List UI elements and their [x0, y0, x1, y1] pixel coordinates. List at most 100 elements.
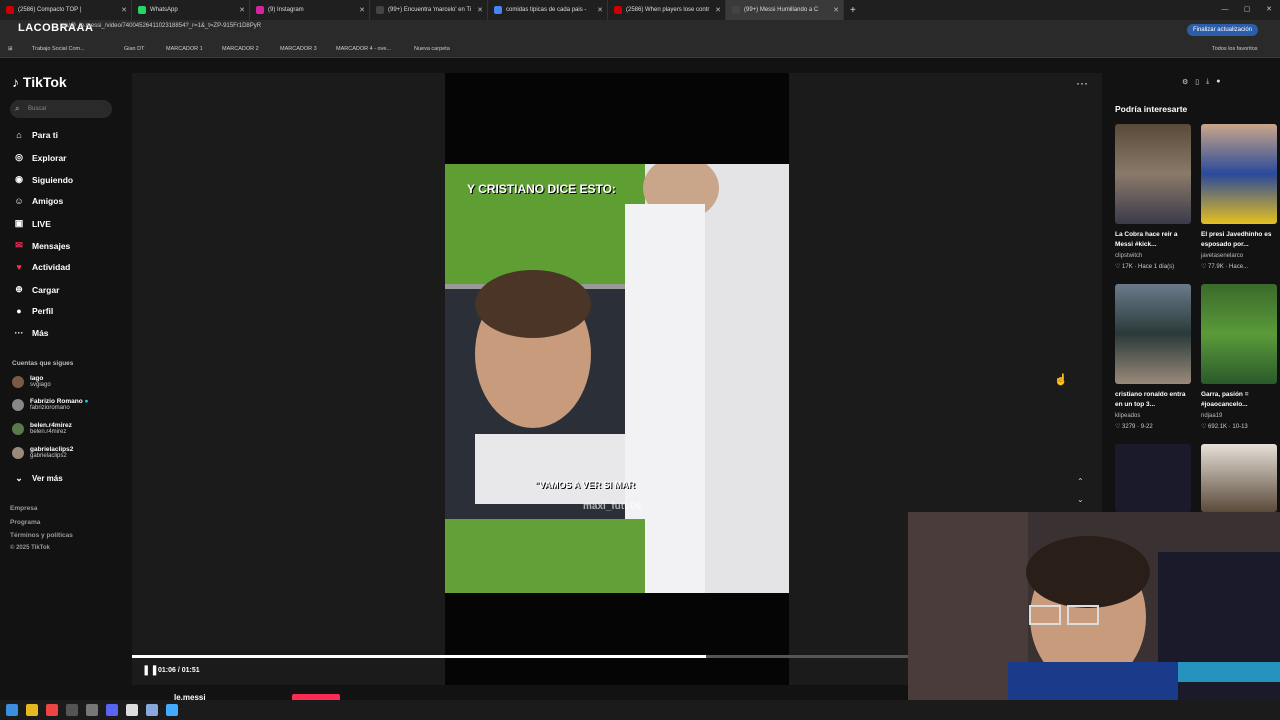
- app-icon[interactable]: [166, 704, 178, 716]
- video-thumbnail[interactable]: [1201, 444, 1277, 512]
- app-icon[interactable]: [126, 704, 138, 716]
- nav-label: Mensajes: [32, 240, 71, 251]
- close-icon[interactable]: ✕: [121, 6, 127, 14]
- card-title[interactable]: cristiano ronaldo entra en un top 3...: [1115, 390, 1191, 410]
- account-name: Fabrizio Romano: [30, 398, 83, 405]
- tiktok-logo[interactable]: ♪ TikTok: [12, 74, 67, 90]
- nav-siguiendo[interactable]: ◉ Siguiendo: [12, 174, 73, 185]
- bookmark[interactable]: MARCADOR 3: [280, 46, 317, 52]
- bookmark[interactable]: MARCADOR 1: [166, 46, 203, 52]
- avatar: [12, 398, 24, 411]
- close-icon[interactable]: ✕: [359, 6, 365, 14]
- update-button[interactable]: Finalizar actualización: [1186, 24, 1258, 36]
- card-stats: ♡ 77.9K · Hace...: [1201, 264, 1249, 270]
- video-caption: Y CRISTIANO DICE ESTO:: [467, 182, 616, 196]
- app-icon[interactable]: [146, 704, 158, 716]
- browser-tab[interactable]: (99+) Encuentra 'marcelo' en Ti ✕: [370, 0, 488, 20]
- close-icon[interactable]: ✕: [239, 6, 245, 14]
- video-thumbnail[interactable]: [1115, 124, 1191, 224]
- nav-explorar[interactable]: ◎ Explorar: [12, 152, 66, 163]
- card-title[interactable]: Garra, pasión = #joaocancelo...: [1201, 390, 1277, 410]
- compass-icon: ◎: [15, 152, 23, 162]
- tab-label: (9) Instagram: [268, 7, 304, 13]
- close-icon[interactable]: ✕: [477, 6, 483, 14]
- footer-link[interactable]: Programa: [10, 519, 40, 526]
- card-user[interactable]: ndjaa19: [1201, 413, 1222, 419]
- more-options-icon[interactable]: ···: [1076, 76, 1088, 90]
- followed-account[interactable]: Fabrizio Romano ● fabrizioromano: [12, 398, 88, 411]
- close-icon[interactable]: ✕: [597, 6, 603, 14]
- start-icon[interactable]: [6, 704, 18, 716]
- footer-link[interactable]: Empresa: [10, 505, 37, 512]
- card-user[interactable]: klipeados: [1115, 413, 1140, 419]
- footer-link[interactable]: Términos y políticas: [10, 532, 73, 539]
- nav-para-ti[interactable]: ⌂ Para ti: [12, 130, 58, 140]
- account-handle: fabrizioromano: [30, 405, 70, 411]
- avatar-icon[interactable]: ●: [1216, 78, 1220, 86]
- chevron-up-icon[interactable]: ⌃: [1077, 473, 1084, 491]
- app-icon[interactable]: [66, 704, 78, 716]
- bookmark[interactable]: MARCADOR 4 - ove...: [336, 46, 391, 52]
- app-icon[interactable]: [86, 704, 98, 716]
- video-time: 01:06 / 01:51: [158, 667, 200, 674]
- bookmark[interactable]: Gian DT: [124, 46, 144, 52]
- video-frame[interactable]: Y CRISTIANO DICE ESTO: "VAMOS A VER SI M…: [445, 164, 789, 593]
- tab-label: WhatsApp: [150, 7, 178, 13]
- followed-account[interactable]: Iago svgiago: [12, 375, 51, 388]
- bookmark[interactable]: MARCADOR 2: [222, 46, 259, 52]
- whatsapp-icon: [138, 6, 146, 14]
- card-user[interactable]: javetasenelarco: [1201, 253, 1243, 259]
- card-user[interactable]: clipstwitch: [1115, 253, 1142, 259]
- nav-mensajes[interactable]: ✉ Mensajes: [12, 240, 70, 251]
- followed-account[interactable]: gabrielaclips2 gabrielaclips2: [12, 446, 73, 459]
- pause-icon[interactable]: ❚❚: [142, 665, 159, 676]
- browser-tab[interactable]: comidas tipicas de cada pais - ✕: [488, 0, 608, 20]
- nav-live[interactable]: ▣ LIVE: [12, 218, 51, 229]
- url-field[interactable]: om/@_le.messi_/video/7400452641102318854…: [60, 23, 261, 29]
- download-icon[interactable]: ⤓: [1206, 78, 1209, 86]
- minimize-icon[interactable]: —: [1214, 0, 1236, 20]
- nav-mas[interactable]: ··· Más: [12, 328, 49, 338]
- messages-icon: ✉: [15, 240, 23, 250]
- folder-icon[interactable]: [26, 704, 38, 716]
- nav-amigos[interactable]: ☺ Amigos: [12, 196, 63, 206]
- maximize-icon[interactable]: ▢: [1236, 0, 1258, 20]
- tab-label: (99+) Messi Humillando a C: [744, 7, 819, 13]
- new-tab-button[interactable]: +: [844, 0, 862, 20]
- apps-icon[interactable]: ⊞: [8, 46, 13, 52]
- video-thumbnail[interactable]: [1201, 284, 1277, 384]
- search-input[interactable]: ⌕ Buscar: [10, 100, 112, 118]
- nav-cargar[interactable]: ⊕ Cargar: [12, 284, 59, 295]
- settings-icon[interactable]: ⚙: [1182, 78, 1188, 86]
- browser-tab[interactable]: (9) Instagram ✕: [250, 0, 370, 20]
- see-more-button[interactable]: ⌄ Ver más: [12, 473, 62, 484]
- close-icon[interactable]: ✕: [715, 6, 721, 14]
- bookmark[interactable]: Trabajo Social Com...: [32, 46, 85, 52]
- browser-tab[interactable]: (2586) Compacto TOP | ✕: [0, 0, 132, 20]
- followed-account[interactable]: belen.r4mirez belen.r4mirez: [12, 422, 72, 435]
- card-title[interactable]: La Cobra hace reir a Messi #kick...: [1115, 230, 1191, 250]
- chrome-icon[interactable]: [46, 704, 58, 716]
- browser-tab[interactable]: (2586) When players lose contr ✕: [608, 0, 726, 20]
- card-title[interactable]: El presi Javedhinho es esposado por...: [1201, 230, 1277, 250]
- pip-icon[interactable]: ▯: [1195, 78, 1199, 86]
- logo-text: TikTok: [22, 74, 67, 90]
- chevron-down-icon: ⌄: [15, 473, 23, 483]
- all-bookmarks[interactable]: Todos los favoritos: [1212, 46, 1258, 52]
- close-window-icon[interactable]: ✕: [1258, 0, 1280, 20]
- close-icon[interactable]: ✕: [833, 6, 839, 14]
- video-thumbnail[interactable]: [1115, 284, 1191, 384]
- browser-tab[interactable]: WhatsApp ✕: [132, 0, 250, 20]
- nav-perfil[interactable]: ● Perfil: [12, 306, 53, 316]
- nav-actividad[interactable]: ♥ Actividad: [12, 262, 70, 272]
- card-stats: ♡ 3279 · 9-22: [1115, 424, 1153, 430]
- video-progress-bar[interactable]: [132, 655, 908, 658]
- tab-label: (2586) When players lose contr: [626, 7, 710, 13]
- chevron-down-icon[interactable]: ⌄: [1077, 491, 1084, 509]
- mouse-cursor: ☝: [1054, 374, 1068, 386]
- browser-tab-active[interactable]: (99+) Messi Humillando a C ✕: [726, 0, 844, 20]
- video-thumbnail[interactable]: [1201, 124, 1277, 224]
- discord-icon[interactable]: [106, 704, 118, 716]
- video-thumbnail[interactable]: [1115, 444, 1191, 512]
- bookmark-folder[interactable]: Nueva carpeta: [414, 46, 450, 52]
